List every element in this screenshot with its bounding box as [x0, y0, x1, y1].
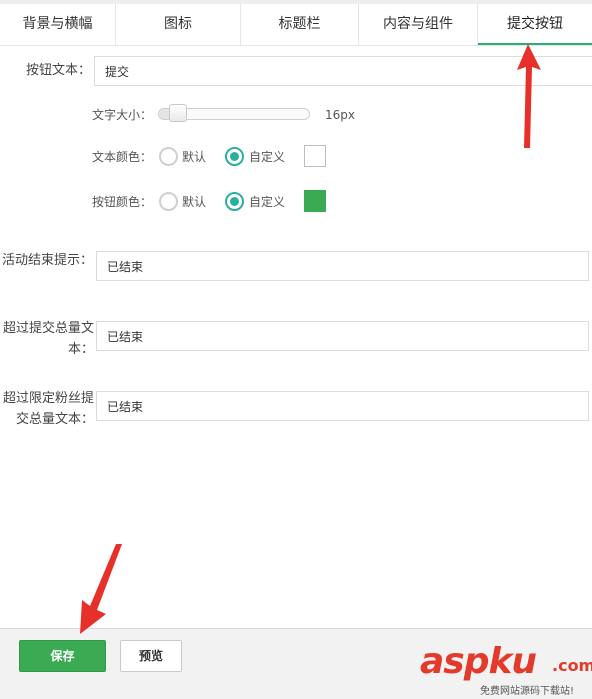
tab-bar: 背景与横幅 图标 标题栏 内容与组件 提交按钮: [0, 0, 592, 46]
over-fans-label-line2: 交总量文本：: [15, 412, 94, 427]
button-color-default-radio[interactable]: [159, 192, 178, 211]
button-color-swatch[interactable]: [304, 190, 326, 212]
site-watermark: aspku .com 免费网站源码下载站!: [420, 642, 592, 699]
text-color-default-radio[interactable]: [159, 147, 178, 166]
tab-content-components[interactable]: 内容与组件: [359, 4, 478, 45]
text-color-swatch[interactable]: [304, 145, 326, 167]
watermark-tagline: 免费网站源码下载站!: [480, 686, 575, 697]
button-color-custom-radio[interactable]: [225, 192, 244, 211]
over-total-label-line1: 超过提交总量文: [2, 321, 94, 336]
watermark-logo: aspku: [420, 641, 537, 682]
end-tip-input[interactable]: [96, 251, 589, 281]
arrow-down-annotation-icon: [80, 544, 122, 634]
arrow-up-annotation-icon: [517, 44, 541, 148]
text-color-custom-label: 自定义: [249, 150, 286, 164]
over-total-label-line2: 本：: [67, 342, 94, 357]
button-color-custom-label: 自定义: [249, 195, 286, 209]
tab-title-bar[interactable]: 标题栏: [241, 4, 359, 45]
tab-icon[interactable]: 图标: [116, 4, 241, 45]
button-color-label: 按钮颜色：: [91, 195, 152, 209]
over-fans-label-line1: 超过限定粉丝提: [2, 391, 94, 406]
text-color-custom-radio[interactable]: [225, 147, 244, 166]
slider-handle[interactable]: [168, 104, 187, 122]
text-size-label: 文字大小：: [91, 108, 152, 122]
tab-background-banner[interactable]: 背景与横幅: [0, 4, 116, 45]
text-color-default-label: 默认: [182, 150, 207, 164]
button-text-label: 按钮文本：: [25, 63, 91, 78]
save-button[interactable]: 保存: [19, 640, 106, 672]
end-tip-label: 活动结束提示：: [1, 253, 93, 268]
over-total-input[interactable]: [96, 321, 589, 351]
text-size-value: 16px: [325, 108, 355, 122]
button-color-default-label: 默认: [182, 195, 207, 209]
over-fans-input[interactable]: [96, 391, 589, 421]
preview-button[interactable]: 预览: [120, 640, 182, 672]
tab-submit-button[interactable]: 提交按钮: [478, 4, 592, 45]
text-color-label: 文本颜色：: [91, 150, 152, 164]
watermark-suffix: .com: [552, 656, 592, 675]
